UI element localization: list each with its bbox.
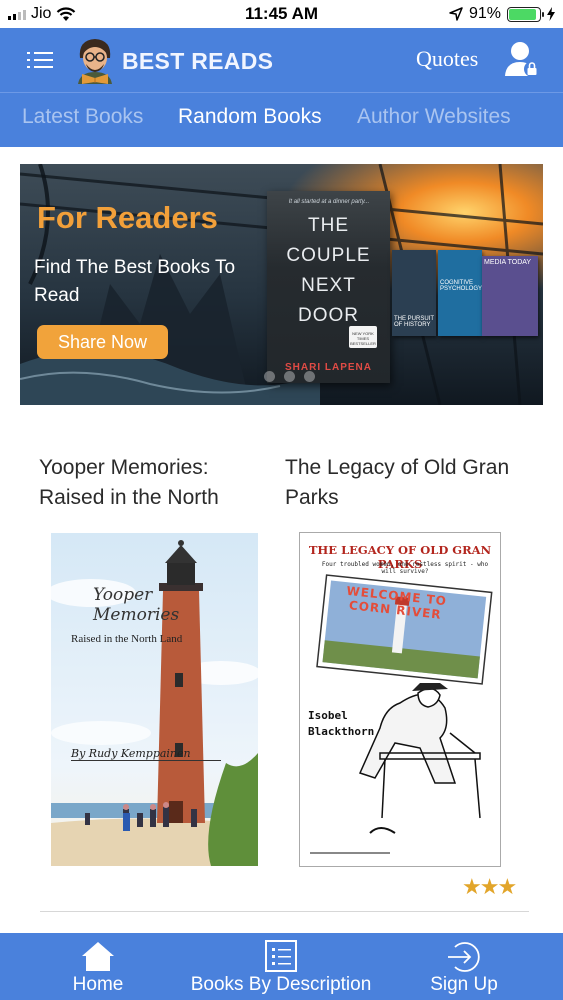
nav-sign-up[interactable]: Sign Up (420, 933, 508, 1000)
location-arrow-icon (449, 7, 463, 21)
tab-author-websites[interactable]: Author Websites (357, 105, 511, 129)
cover-title-line: Memories (93, 605, 180, 625)
side-book-title: COGNITIVE PSYCHOLOGY (440, 280, 483, 292)
side-book-cover: COGNITIVE PSYCHOLOGY (438, 250, 482, 336)
app-title: BEST READS (122, 48, 274, 74)
tab-bar: Latest Books Random Books Author Website… (0, 92, 563, 147)
side-book-cover: MEDIA TODAY (482, 256, 538, 336)
cover-title: Yooper Memories (93, 585, 179, 625)
book-cover-yooper-memories[interactable]: Yooper Memories Raised in the North Land… (51, 533, 258, 866)
carousel-indicator[interactable] (264, 371, 315, 382)
cover-author: By Rudy Kemppainen (71, 747, 221, 761)
book-cover-legacy-of-old-gran-parks[interactable]: THE LEGACY OF OLD GRAN PARKS Four troubl… (299, 532, 501, 867)
carousel-dot[interactable] (304, 371, 315, 382)
sign-in-icon (448, 942, 480, 972)
share-now-button[interactable]: Share Now (37, 325, 168, 359)
bottom-nav: Home Books By Description Sign Up (0, 933, 563, 1000)
reader-avatar-logo (78, 39, 112, 84)
tab-random-books[interactable]: Random Books (178, 105, 322, 129)
bestseller-seal: NEW YORK TIMES BESTSELLER (349, 326, 377, 348)
featured-book-title-line: NEXT (301, 275, 356, 296)
nav-home-label: Home (72, 974, 124, 995)
nav-books-by-description-label: Books By Description (190, 974, 372, 995)
banner-subtitle: Find The Best Books To Read (34, 257, 236, 306)
cover-author-line: Blackthorn (308, 725, 375, 738)
side-book-title: MEDIA TODAY (484, 259, 532, 266)
featured-book-title-line: COUPLE (286, 245, 371, 266)
star-icon: ★ (497, 874, 517, 899)
app-bar: BEST READS Quotes (0, 28, 563, 92)
cover-subtitle: Raised in the North Land (71, 633, 183, 645)
star-rating: ★★★ (462, 874, 517, 900)
side-book-title: THE PURSUIT OF HISTORY (394, 316, 434, 328)
postcard-cover-illustration (310, 574, 493, 854)
status-right: 91% (449, 5, 555, 23)
nav-books-by-description[interactable]: Books By Description (183, 933, 379, 1000)
side-book-cover: THE PURSUIT OF HISTORY (392, 250, 436, 336)
user-account-icon[interactable] (505, 40, 541, 78)
cover-title-line: Yooper (93, 585, 153, 605)
home-icon (82, 942, 114, 971)
promo-banner[interactable]: For Readers Find The Best Books To Read … (20, 164, 543, 405)
list-icon (265, 940, 297, 972)
featured-book-cover: It all started at a dinner party... THE … (267, 191, 390, 383)
divider (40, 911, 529, 912)
status-bar: Jio 11:45 AM 91% (0, 0, 563, 28)
star-icon: ★ (479, 874, 500, 899)
featured-book-tagline: It all started at a dinner party... (288, 199, 370, 205)
banner-title: For Readers (37, 200, 218, 235)
carousel-dot[interactable] (264, 371, 275, 382)
menu-icon[interactable] (27, 52, 53, 70)
star-icon: ★ (462, 874, 482, 899)
battery-icon (507, 6, 544, 22)
book-title[interactable]: Yooper Memories: Raised in the North (39, 453, 264, 513)
quotes-link[interactable]: Quotes (416, 46, 478, 72)
carousel-dot[interactable] (284, 371, 295, 382)
book-title[interactable]: The Legacy of Old Gran Parks (285, 453, 525, 513)
tab-latest-books[interactable]: Latest Books (22, 105, 143, 129)
cover-author: Isobel Blackthorn (308, 708, 374, 740)
nav-home[interactable]: Home (50, 933, 146, 1000)
cover-author-line: Isobel (308, 709, 348, 722)
lighthouse-cover-illustration (51, 533, 258, 866)
featured-book-title-line: THE (308, 215, 349, 236)
nav-sign-up-label: Sign Up (430, 974, 498, 995)
battery-percent: 91% (468, 5, 501, 22)
charging-icon (547, 7, 555, 21)
featured-book-title-line: DOOR (298, 305, 359, 326)
